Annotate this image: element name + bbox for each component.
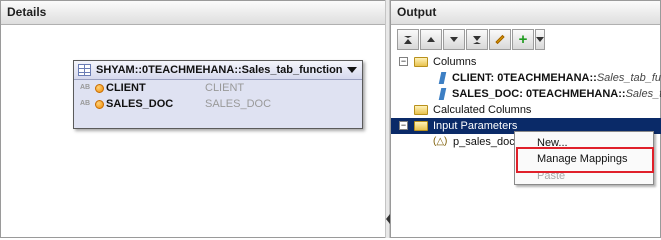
tree-node-column[interactable]: CLIENT: 0TEACHMEHANA::Sales_tab_fur [391, 70, 661, 86]
string-type-icon: AB [80, 84, 91, 91]
tree-node-calculated-columns[interactable]: Calculated Columns [391, 102, 661, 118]
table-icon [78, 64, 91, 76]
attribute-icon [95, 84, 104, 93]
node-column-row[interactable]: AB CLIENT CLIENT [74, 80, 362, 96]
attribute-icon [95, 100, 104, 109]
tree-label: Calculated Columns [433, 104, 532, 116]
folder-icon [414, 105, 428, 115]
column-source: CLIENT [205, 82, 245, 94]
column-source: Sales_tab_fur [596, 72, 661, 84]
output-panel: Output + − Columns CLIENT: 0TEACHMEHANA:… [390, 0, 661, 238]
output-toolbar: + [397, 29, 546, 51]
move-down-icon [450, 37, 458, 42]
tree-label: p_sales_doc [453, 136, 515, 148]
highlight-box [516, 147, 654, 173]
folder-icon [414, 121, 428, 131]
column-name: SALES_DOC: 0TEACHMEHANA:: [452, 88, 626, 100]
move-down-button[interactable] [443, 29, 465, 50]
column-source: Sales_tab [625, 88, 661, 100]
details-panel-title: Details [1, 1, 386, 25]
node-column-row[interactable]: AB SALES_DOC SALES_DOC [74, 96, 362, 112]
column-name: SALES_DOC [106, 98, 174, 110]
tree-node-columns[interactable]: − Columns [391, 54, 661, 70]
parameter-icon: (△) [433, 136, 448, 147]
chevron-down-icon [536, 37, 544, 42]
folder-icon [414, 57, 428, 67]
collapse-icon[interactable]: − [399, 121, 408, 130]
table-function-node[interactable]: SHYAM::0TEACHMEHANA::Sales_tab_function … [73, 60, 363, 129]
add-button[interactable]: + [512, 29, 534, 50]
tree-label: Columns [433, 56, 477, 68]
collapse-icon[interactable]: − [399, 57, 408, 66]
column-icon [438, 88, 447, 100]
details-panel: Details SHYAM::0TEACHMEHANA::Sales_tab_f… [0, 0, 387, 238]
tree-node-column[interactable]: SALES_DOC: 0TEACHMEHANA::Sales_tab [391, 86, 661, 102]
add-icon: + [518, 30, 528, 48]
move-top-icon [404, 35, 412, 44]
tree-label: Input Parameters [433, 120, 518, 132]
edit-icon [495, 34, 505, 45]
move-up-button[interactable] [420, 29, 442, 50]
column-name: CLIENT [106, 82, 146, 94]
move-bottom-icon [473, 35, 481, 44]
add-dropdown-button[interactable] [535, 29, 545, 50]
node-title[interactable]: SHYAM::0TEACHMEHANA::Sales_tab_function [74, 61, 362, 80]
move-bottom-button[interactable] [466, 29, 488, 50]
move-top-button[interactable] [397, 29, 419, 50]
chevron-down-icon[interactable] [347, 67, 357, 73]
move-up-icon [427, 37, 435, 42]
edit-button[interactable] [489, 29, 511, 50]
column-icon [438, 72, 447, 84]
column-name: CLIENT: 0TEACHMEHANA:: [452, 72, 597, 84]
column-source: SALES_DOC [205, 98, 272, 110]
node-title-text: SHYAM::0TEACHMEHANA::Sales_tab_function [96, 64, 343, 76]
string-type-icon: AB [80, 100, 91, 107]
output-panel-title: Output [391, 1, 660, 25]
tree-label: CLIENT: 0TEACHMEHANA::Sales_tab_fur [452, 70, 661, 86]
tree-label: SALES_DOC: 0TEACHMEHANA::Sales_tab [452, 86, 661, 102]
